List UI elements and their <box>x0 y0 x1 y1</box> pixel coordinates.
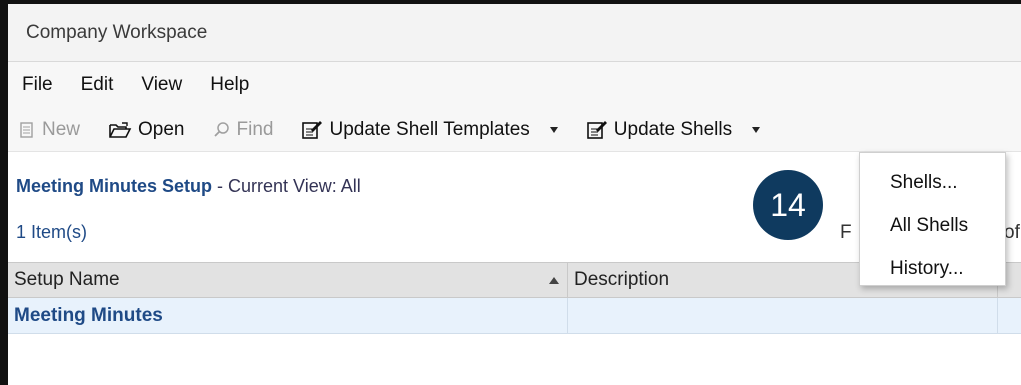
partial-text-left: F <box>840 222 852 243</box>
update-shell-templates-split: Update Shell Templates <box>301 118 558 141</box>
cell-description <box>568 298 998 333</box>
update-shells-label: Update Shells <box>613 118 733 140</box>
find-label: Find <box>236 118 274 140</box>
update-shell-templates-label: Update Shell Templates <box>329 118 530 140</box>
column-label: Setup Name <box>14 269 120 290</box>
search-icon <box>213 121 231 139</box>
menu-item-history[interactable]: History... <box>860 247 1005 290</box>
update-shells-chevron-down-icon[interactable] <box>752 126 761 133</box>
new-document-icon <box>18 121 36 139</box>
menu-edit[interactable]: Edit <box>81 74 114 96</box>
update-shells-button[interactable]: Update Shells <box>586 119 732 141</box>
menu-help[interactable]: Help <box>210 74 249 96</box>
cell-setup-name[interactable]: Meeting Minutes <box>8 298 568 333</box>
column-header-setup-name[interactable]: Setup Name <box>8 263 568 297</box>
title-bar: Company Workspace <box>8 4 1021 62</box>
update-shell-templates-chevron-down-icon[interactable] <box>549 126 558 133</box>
cell-extra <box>998 298 1021 333</box>
menu-view[interactable]: View <box>141 74 182 96</box>
window-title: Company Workspace <box>26 21 208 43</box>
menu-item-all-shells[interactable]: All Shells <box>860 204 1005 247</box>
open-label: Open <box>138 118 185 140</box>
edit-document-icon <box>301 120 323 140</box>
edit-document-icon <box>586 120 608 140</box>
update-shell-templates-button[interactable]: Update Shell Templates <box>301 118 530 141</box>
open-folder-icon <box>108 121 132 139</box>
step-number-badge: 14 <box>753 170 823 240</box>
toolbar: New Open Find Update Shell Templates Upd… <box>8 108 1021 152</box>
item-count: 1 Item(s) <box>16 222 88 242</box>
setup-title: Meeting Minutes Setup <box>16 176 213 196</box>
find-button[interactable]: Find <box>213 118 274 141</box>
update-shells-dropdown-menu: Shells... All Shells History... <box>859 152 1006 286</box>
new-label: New <box>42 118 81 140</box>
table-row[interactable]: Meeting Minutes <box>8 298 1021 334</box>
sort-ascending-icon <box>549 276 559 284</box>
column-label: Description <box>574 269 670 290</box>
menu-file[interactable]: File <box>22 74 53 96</box>
update-shells-split: Update Shells <box>586 119 761 141</box>
menu-bar: File Edit View Help <box>8 62 1021 108</box>
current-view: - Current View: All <box>212 176 361 196</box>
new-button[interactable]: New <box>18 119 80 141</box>
app-window: Company Workspace File Edit View Help Ne… <box>0 0 1021 385</box>
menu-item-shells[interactable]: Shells... <box>860 161 1005 204</box>
open-button[interactable]: Open <box>108 118 185 141</box>
partial-text-right: of <box>1004 222 1020 243</box>
page-title: Meeting Minutes Setup - Current View: Al… <box>16 176 361 197</box>
